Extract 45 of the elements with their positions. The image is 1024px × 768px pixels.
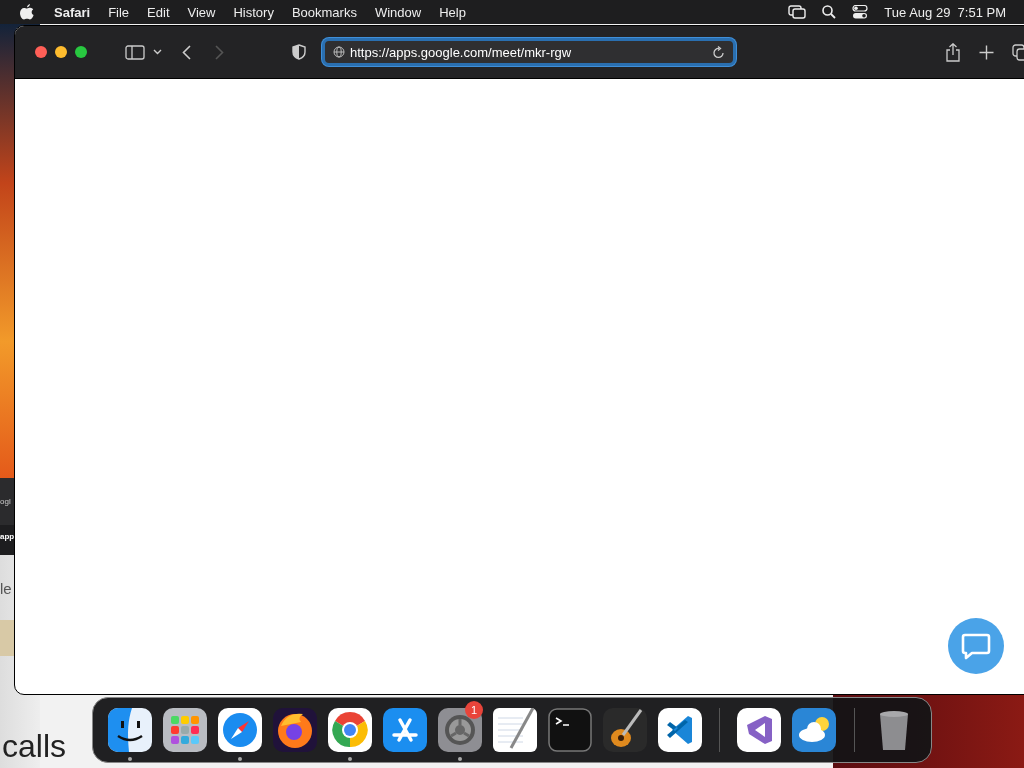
menu-item[interactable]: Safari xyxy=(34,4,100,20)
minimize-icon[interactable] xyxy=(55,46,67,58)
visualstudio-app-icon[interactable] xyxy=(737,708,782,752)
apple-icon[interactable] xyxy=(20,4,34,20)
chevron-down-icon[interactable] xyxy=(153,49,162,55)
notification-badge: 1 xyxy=(465,701,483,719)
search-icon[interactable] xyxy=(822,5,837,19)
menu-item[interactable]: Window xyxy=(365,4,431,20)
chat-icon xyxy=(961,632,991,660)
background-text: app xyxy=(0,532,15,541)
chrome-app-icon[interactable] xyxy=(327,708,372,752)
globe-icon xyxy=(333,46,345,58)
tab-overview-icon[interactable] xyxy=(1012,43,1024,61)
finder-app-icon[interactable] xyxy=(107,708,152,752)
background-text: calls xyxy=(2,730,66,762)
maximize-icon[interactable] xyxy=(75,46,87,58)
launchpad-app-icon[interactable] xyxy=(162,708,207,752)
textedit-app-icon[interactable] xyxy=(492,708,537,752)
background-text: le xyxy=(0,580,12,597)
menu-item[interactable]: File xyxy=(99,4,139,20)
share-icon[interactable] xyxy=(945,42,961,62)
terminal-app-icon[interactable] xyxy=(547,708,592,752)
weather-app-icon[interactable] xyxy=(792,708,837,752)
screen-mirroring-icon[interactable] xyxy=(788,5,807,19)
reload-icon[interactable] xyxy=(713,45,725,59)
menu-bar-clock: Tue Aug 29 7:51 PM xyxy=(884,4,1006,20)
menu-item[interactable]: Edit xyxy=(138,4,179,20)
sidebar-icon[interactable] xyxy=(125,44,145,60)
menu-item[interactable]: Bookmarks xyxy=(282,4,366,20)
menu-item[interactable]: View xyxy=(178,4,225,20)
background-text: ogl xyxy=(0,497,11,506)
safari-app-icon[interactable] xyxy=(217,708,262,752)
firefox-app-icon[interactable] xyxy=(272,708,317,752)
settings-app-icon[interactable] xyxy=(437,708,482,752)
address-field[interactable]: https://apps.google.com/meet/mkr-rgw xyxy=(322,38,736,66)
new-tab-icon[interactable] xyxy=(979,44,994,60)
close-icon[interactable] xyxy=(35,46,47,58)
back-icon[interactable] xyxy=(182,44,191,60)
control-center-icon[interactable] xyxy=(852,5,869,19)
appstore-app-icon[interactable] xyxy=(382,708,427,752)
vscode-app-icon[interactable] xyxy=(657,708,702,752)
menu-item[interactable]: History xyxy=(224,4,283,20)
shield-icon[interactable] xyxy=(292,44,306,60)
menu-item[interactable]: Help xyxy=(430,4,475,20)
garageband-app-icon[interactable] xyxy=(602,708,647,752)
